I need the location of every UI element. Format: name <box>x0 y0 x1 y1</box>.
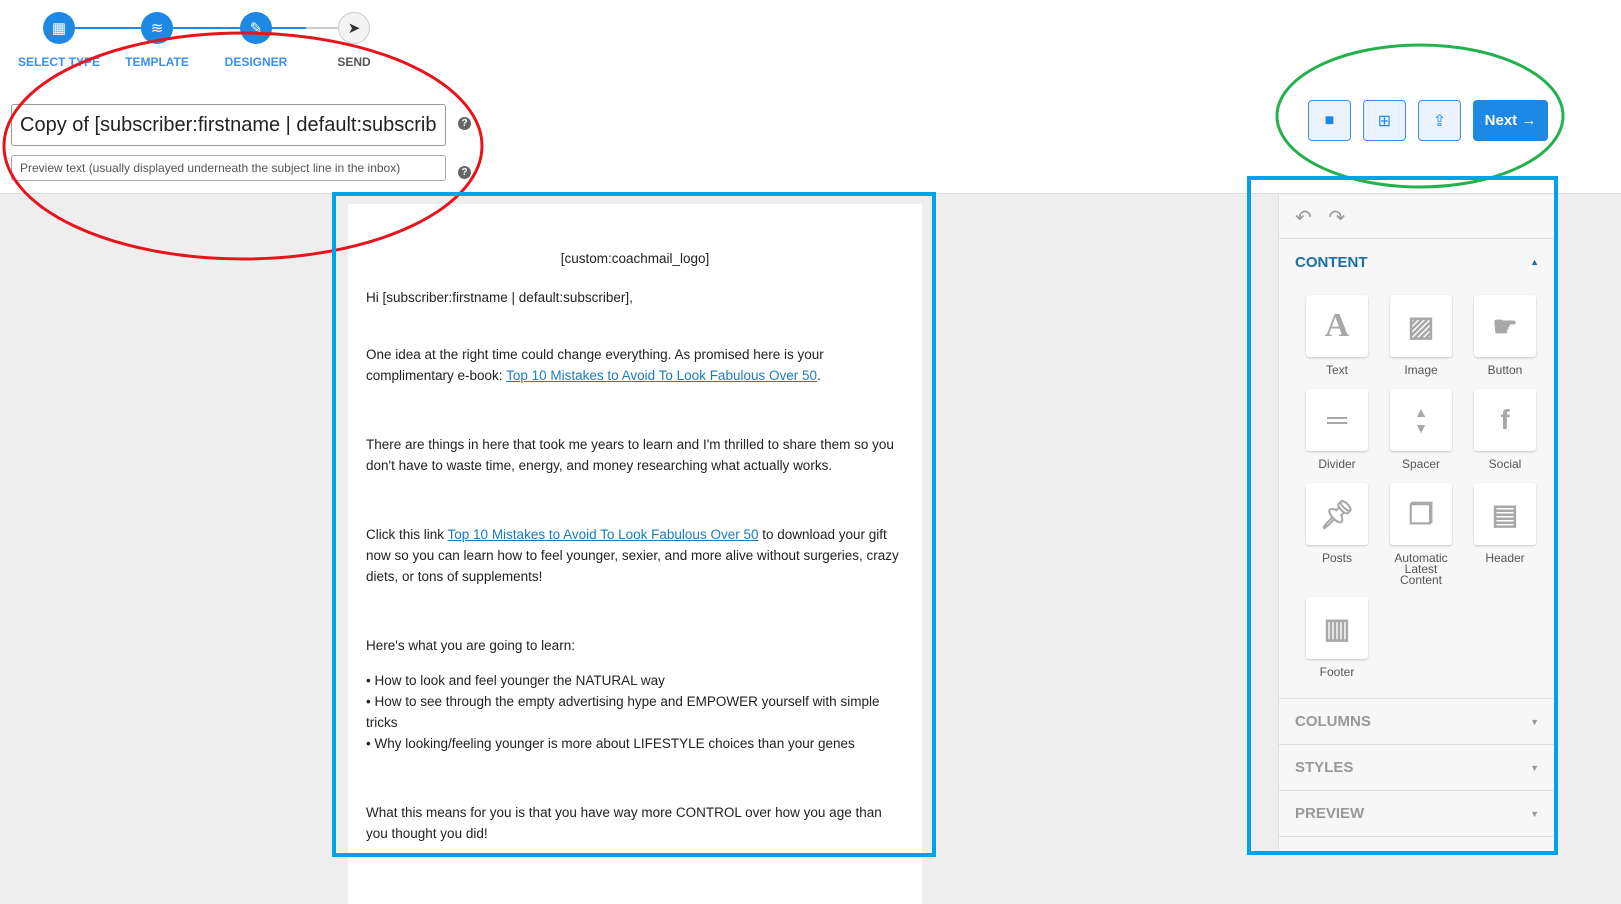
image-icon: ▨ <box>1390 295 1452 357</box>
block-label: Footer <box>1319 665 1355 679</box>
section-content[interactable]: CONTENT ▲ <box>1279 239 1555 285</box>
text: Click this link <box>366 527 448 542</box>
section-title: STYLES <box>1295 759 1354 776</box>
step-designer[interactable]: DESIGNER <box>201 55 311 69</box>
help-icon[interactable]: ? <box>458 117 471 130</box>
block-posts[interactable]: 📌︎ Posts <box>1306 483 1368 597</box>
ebook-link[interactable]: Top 10 Mistakes to Avoid To Look Fabulou… <box>506 368 817 383</box>
text: . <box>817 368 821 383</box>
block-label: Image <box>1404 363 1438 377</box>
pin-icon: 📌︎ <box>1306 483 1368 545</box>
section-columns[interactable]: COLUMNS ▼ <box>1279 699 1555 745</box>
step-send[interactable]: SEND <box>299 55 409 69</box>
block-label: Divider <box>1318 457 1356 471</box>
edit-icon[interactable]: ✎ <box>240 12 272 44</box>
block-text[interactable]: A Text <box>1306 295 1368 389</box>
subject-input[interactable] <box>11 104 446 146</box>
next-label: Next <box>1484 112 1518 129</box>
top-bar: ▦ ≋ ✎ ➤ SELECT TYPE TEMPLATE DESIGNER SE… <box>0 0 1621 194</box>
export-button[interactable]: ⇪ <box>1418 100 1461 141</box>
layers-icon[interactable]: ≋ <box>141 12 173 44</box>
next-button[interactable]: Next → <box>1473 100 1548 141</box>
help-icon[interactable]: ? <box>458 166 471 179</box>
divider-icon: ═ <box>1306 389 1368 451</box>
grid-icon[interactable]: ▦ <box>43 12 75 44</box>
bullet: • How to look and feel younger the NATUR… <box>366 673 665 688</box>
paragraph: Click this link Top 10 Mistakes to Avoid… <box>366 524 904 587</box>
paragraph: What this means for you is that you have… <box>366 805 882 841</box>
section-title: COLUMNS <box>1295 713 1371 730</box>
caret-down-icon: ▼ <box>1530 762 1539 773</box>
paragraph: Here's what you are going to learn: <box>366 638 575 653</box>
block-label: Text <box>1325 363 1348 377</box>
file-plus-icon: ⊞ <box>1377 112 1392 130</box>
designer-panel: ↶ ↷ CONTENT ▲ A Text ▨ Image ☛ Button ═ Divid… <box>1278 195 1555 855</box>
save-button[interactable]: ■ <box>1308 100 1351 141</box>
undo-icon[interactable]: ↶ <box>1295 207 1312 229</box>
facebook-icon: f <box>1474 389 1536 451</box>
block-header[interactable]: ▤ Header <box>1474 483 1536 597</box>
block-label: Header <box>1485 551 1525 565</box>
pin-stack-icon: ❐ <box>1390 483 1452 545</box>
caret-down-icon: ▼ <box>1530 808 1539 819</box>
spacer-icon: ▲ ▼ <box>1390 389 1452 451</box>
email-canvas[interactable]: [custom:coachmail_logo] Hi [subscriber:f… <box>348 204 922 904</box>
block-image[interactable]: ▨ Image <box>1390 295 1452 389</box>
text-icon: A <box>1306 295 1368 357</box>
step-template[interactable]: TEMPLATE <box>102 55 212 69</box>
history-bar: ↶ ↷ <box>1279 195 1555 239</box>
redo-icon[interactable]: ↷ <box>1328 207 1345 229</box>
bullet: • Why looking/feeling younger is more ab… <box>366 736 855 751</box>
paragraph: There are things in here that took me ye… <box>366 437 894 473</box>
save-as-template-button[interactable]: ⊞ <box>1363 100 1406 141</box>
bullet: • How to see through the empty advertisi… <box>366 694 880 730</box>
greeting: Hi [subscriber:firstname | default:subsc… <box>366 290 633 305</box>
block-label: Button <box>1487 363 1523 377</box>
logo-placeholder: [custom:coachmail_logo] <box>560 251 710 266</box>
block-label: Posts <box>1321 551 1352 565</box>
caret-down-icon: ▼ <box>1530 716 1539 727</box>
preview-text-input[interactable] <box>11 155 446 181</box>
section-title: CONTENT <box>1295 253 1368 271</box>
send-icon[interactable]: ➤ <box>338 12 370 44</box>
content-blocks: A Text ▨ Image ☛ Button ═ Divider ▲ ▼ Spacer f… <box>1279 285 1555 699</box>
block-label: Spacer <box>1401 457 1441 471</box>
file-icon: ■ <box>1324 111 1335 129</box>
block-automatic-latest-content[interactable]: ❐ Automatic Latest Content <box>1390 483 1452 597</box>
step-select-type[interactable]: SELECT TYPE <box>4 55 114 69</box>
share-icon: ⇪ <box>1432 112 1447 130</box>
paragraph: One idea at the right time could change … <box>366 344 904 386</box>
block-social[interactable]: f Social <box>1474 389 1536 483</box>
block-divider[interactable]: ═ Divider <box>1306 389 1368 483</box>
block-label: Automatic Latest Content <box>1394 551 1448 587</box>
section-title: PREVIEW <box>1295 805 1365 822</box>
ebook-link[interactable]: Top 10 Mistakes to Avoid To Look Fabulou… <box>448 527 759 542</box>
block-label: Social <box>1488 457 1522 471</box>
section-preview[interactable]: PREVIEW ▼ <box>1279 791 1555 837</box>
footer-icon: ▥ <box>1306 597 1368 659</box>
block-button[interactable]: ☛ Button <box>1474 295 1536 389</box>
block-spacer[interactable]: ▲ ▼ Spacer <box>1390 389 1452 483</box>
caret-up-icon: ▲ <box>1530 257 1539 267</box>
block-footer[interactable]: ▥ Footer <box>1306 597 1368 691</box>
button-icon: ☛ <box>1474 295 1536 357</box>
section-styles[interactable]: STYLES ▼ <box>1279 745 1555 791</box>
arrow-right-icon: → <box>1521 112 1537 129</box>
header-icon: ▤ <box>1474 483 1536 545</box>
